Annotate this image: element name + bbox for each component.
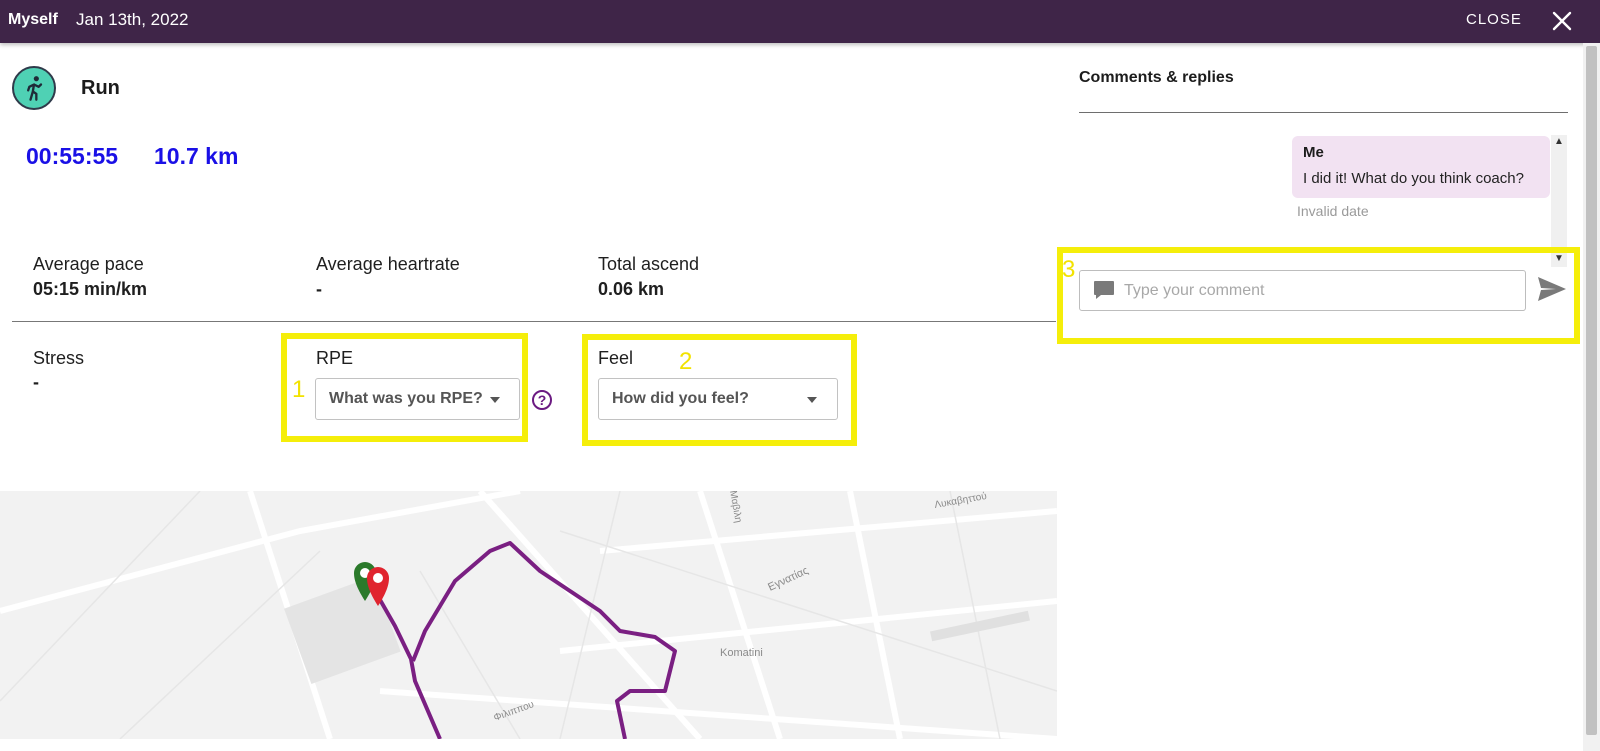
avg-hr-value: -	[316, 279, 322, 299]
stress-value: -	[33, 372, 39, 392]
avg-pace-label: Average pace	[33, 254, 144, 274]
feel-select-value: How did you feel?	[612, 390, 749, 407]
chevron-down-icon	[490, 397, 500, 403]
stress-label: Stress	[33, 348, 85, 368]
feel-select[interactable]: How did you feel?	[598, 378, 838, 420]
scroll-up-icon[interactable]: ▲	[1554, 136, 1564, 147]
comments-divider	[1079, 112, 1568, 113]
help-icon[interactable]: ?	[532, 390, 552, 410]
comment-field[interactable]	[1079, 270, 1526, 311]
annotation-2: 2	[679, 348, 693, 375]
comment-date: Invalid date	[1297, 203, 1369, 219]
section-divider	[12, 321, 1056, 322]
avg-pace-value: 05:15 min/km	[33, 279, 148, 299]
chevron-down-icon	[807, 397, 817, 403]
comment-bubble: Me I did it! What do you think coach?	[1292, 136, 1550, 198]
comment-author: Me	[1303, 144, 1324, 161]
close-icon[interactable]	[1550, 9, 1574, 33]
top-bar: Myself Jan 13th, 2022 CLOSE	[0, 0, 1600, 43]
send-icon[interactable]	[1536, 275, 1568, 303]
run-icon	[12, 66, 56, 110]
rpe-select-value: What was you RPE?	[329, 390, 483, 407]
ascend-label: Total ascend	[598, 254, 700, 274]
activity-title: Run	[81, 77, 120, 99]
annotation-3: 3	[1062, 256, 1076, 283]
feel-label: Feel	[598, 348, 634, 368]
page-scrollbar-thumb[interactable]	[1586, 46, 1597, 735]
avg-hr-label: Average heartrate	[316, 254, 460, 274]
activity-date: Jan 13th, 2022	[76, 10, 189, 29]
street-label: Komatini	[720, 647, 763, 659]
duration-value: 00:55:55	[26, 143, 119, 169]
distance-value: 10.7 km	[154, 143, 239, 169]
close-button[interactable]: CLOSE	[1466, 11, 1522, 28]
ascend-value: 0.06 km	[598, 279, 665, 299]
rpe-label: RPE	[316, 348, 354, 368]
comment-bubble-icon	[1094, 281, 1114, 299]
comment-text: I did it! What do you think coach?	[1303, 170, 1524, 187]
user-name: Myself	[8, 11, 58, 28]
rpe-select[interactable]: What was you RPE?	[315, 378, 520, 420]
comments-title: Comments & replies	[1079, 69, 1234, 86]
route-map[interactable]: Komatini Εγνατίας Λυκαβηττού Φιλιππου Μα…	[0, 491, 1057, 739]
comment-input[interactable]	[1122, 277, 1516, 305]
annotation-1: 1	[292, 376, 306, 403]
